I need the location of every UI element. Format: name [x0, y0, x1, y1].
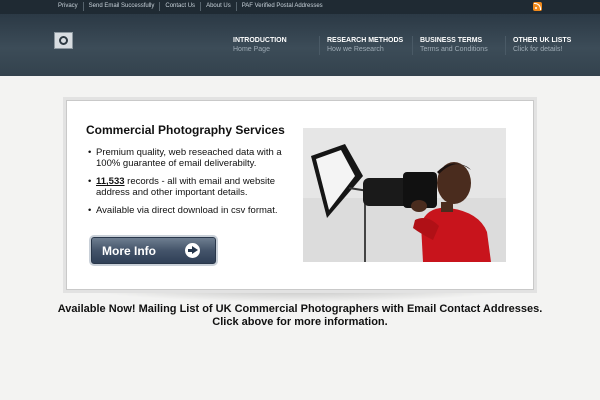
nav-item-other-uk-lists[interactable]: OTHER UK LISTS Click for details!	[505, 36, 598, 55]
nav-subtitle: Home Page	[233, 46, 270, 53]
nav-subtitle: Click for details!	[513, 46, 563, 53]
bullet-records: 11,533 records - all with email and webs…	[88, 176, 298, 198]
record-count: 11,533	[96, 176, 125, 187]
top-link-paf[interactable]: PAF Verified Postal Addresses	[235, 2, 328, 11]
caption-line-1: Available Now! Mailing List of UK Commer…	[57, 303, 543, 315]
bullet-download: Available via direct download in csv for…	[88, 205, 298, 216]
promo-banner[interactable]: Commercial Photography Services Premium …	[66, 100, 534, 290]
site-logo-icon[interactable]	[54, 32, 73, 49]
banner-shadow	[80, 288, 520, 302]
more-info-button[interactable]: More Info	[91, 237, 216, 264]
caption-line-2: Click above for more information.	[212, 316, 388, 328]
nav-title: INTRODUCTION	[233, 37, 287, 44]
banner-title: Commercial Photography Services	[86, 123, 285, 137]
nav-item-research-methods[interactable]: RESEARCH METHODS How we Research	[319, 36, 412, 55]
banner-bullets: Premium quality, web reseached data with…	[88, 147, 298, 223]
nav-title: OTHER UK LISTS	[513, 37, 572, 44]
nav-subtitle: Terms and Conditions	[420, 46, 488, 53]
top-link-about[interactable]: About Us	[200, 2, 236, 11]
main-nav: INTRODUCTION Home Page RESEARCH METHODS …	[226, 36, 598, 55]
top-link-privacy[interactable]: Privacy	[53, 2, 83, 11]
page-caption: Available Now! Mailing List of UK Commer…	[0, 303, 600, 329]
nav-title: RESEARCH METHODS	[327, 37, 404, 44]
nav-item-business-terms[interactable]: BUSINESS TERMS Terms and Conditions	[412, 36, 505, 55]
photographer-photo	[303, 128, 506, 262]
more-info-label: More Info	[102, 243, 156, 258]
bullet-quality: Premium quality, web reseached data with…	[88, 147, 298, 169]
rss-icon[interactable]	[533, 2, 542, 11]
top-utility-bar: Privacy Send Email Successfully Contact …	[0, 0, 600, 14]
arrow-right-circle-icon	[185, 243, 200, 258]
top-links: Privacy Send Email Successfully Contact …	[53, 2, 328, 11]
nav-item-introduction[interactable]: INTRODUCTION Home Page	[226, 36, 319, 55]
top-link-contact[interactable]: Contact Us	[159, 2, 200, 11]
nav-title: BUSINESS TERMS	[420, 37, 483, 44]
top-link-send-email[interactable]: Send Email Successfully	[82, 2, 160, 11]
site-header: INTRODUCTION Home Page RESEARCH METHODS …	[0, 14, 600, 76]
nav-subtitle: How we Research	[327, 46, 384, 53]
